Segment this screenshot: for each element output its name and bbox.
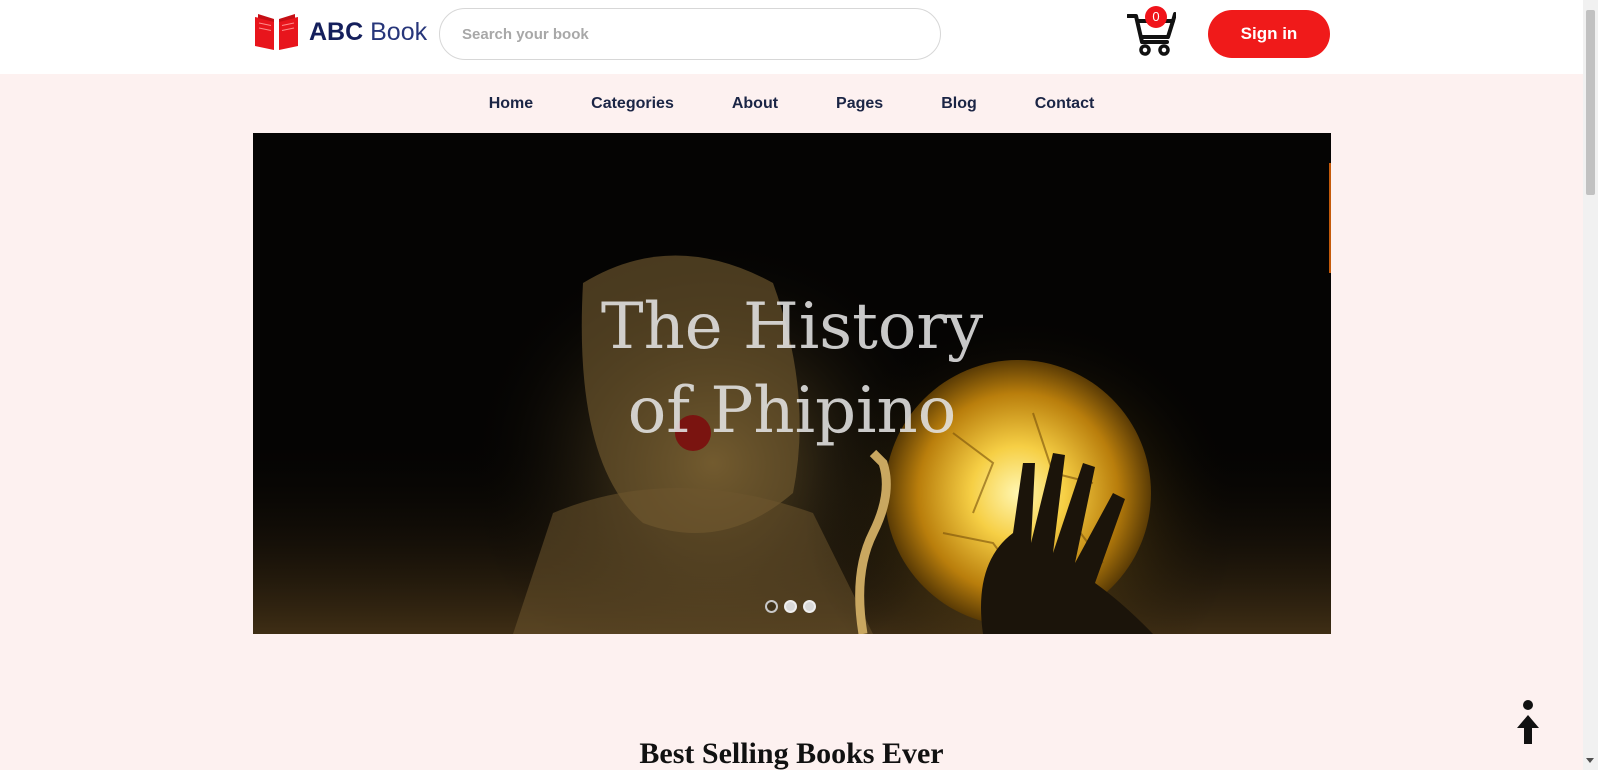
logo-text-strong: ABC [309, 18, 364, 46]
slider-dots [765, 600, 816, 613]
logo-text-light: Book [370, 18, 428, 46]
hero-slider[interactable]: The History of Phipino [253, 133, 1331, 634]
arrow-up-icon[interactable] [1513, 700, 1543, 744]
logo-text: ABC Book [309, 13, 427, 51]
hero-title: The History of Phipino [253, 285, 1331, 453]
scrollbar-thumb[interactable] [1586, 10, 1595, 195]
nav-item-contact[interactable]: Contact [1006, 74, 1124, 134]
slider-dot-1[interactable] [765, 600, 778, 613]
hero-edge-accent [1329, 163, 1331, 273]
cart-count-badge: 0 [1145, 6, 1167, 28]
search-input[interactable] [439, 8, 941, 60]
nav-item-home[interactable]: Home [460, 74, 562, 134]
main-nav: Home Categories About Pages Blog Contact [0, 74, 1583, 134]
hero-title-line-1: The History [600, 290, 984, 364]
cart-button[interactable]: 0 [1127, 6, 1179, 56]
slider-dot-3[interactable] [803, 600, 816, 613]
site-logo[interactable]: ABC Book [253, 13, 427, 51]
hero-title-line-2: of Phipino [627, 374, 957, 448]
scroll-down-arrow-icon[interactable] [1586, 758, 1594, 763]
site-header: ABC Book 0 Sign in [0, 0, 1583, 74]
open-book-icon [255, 14, 298, 50]
nav-item-about[interactable]: About [703, 74, 807, 134]
nav-item-categories[interactable]: Categories [562, 74, 703, 134]
slider-dot-2[interactable] [784, 600, 797, 613]
page: ABC Book 0 Sign in Home Categories About… [0, 0, 1598, 770]
sign-in-button[interactable]: Sign in [1208, 10, 1330, 58]
vertical-scrollbar[interactable] [1583, 0, 1598, 770]
best-selling-title: Best Selling Books Ever [639, 737, 944, 770]
nav-item-blog[interactable]: Blog [912, 74, 1006, 134]
nav-item-pages[interactable]: Pages [807, 74, 912, 134]
